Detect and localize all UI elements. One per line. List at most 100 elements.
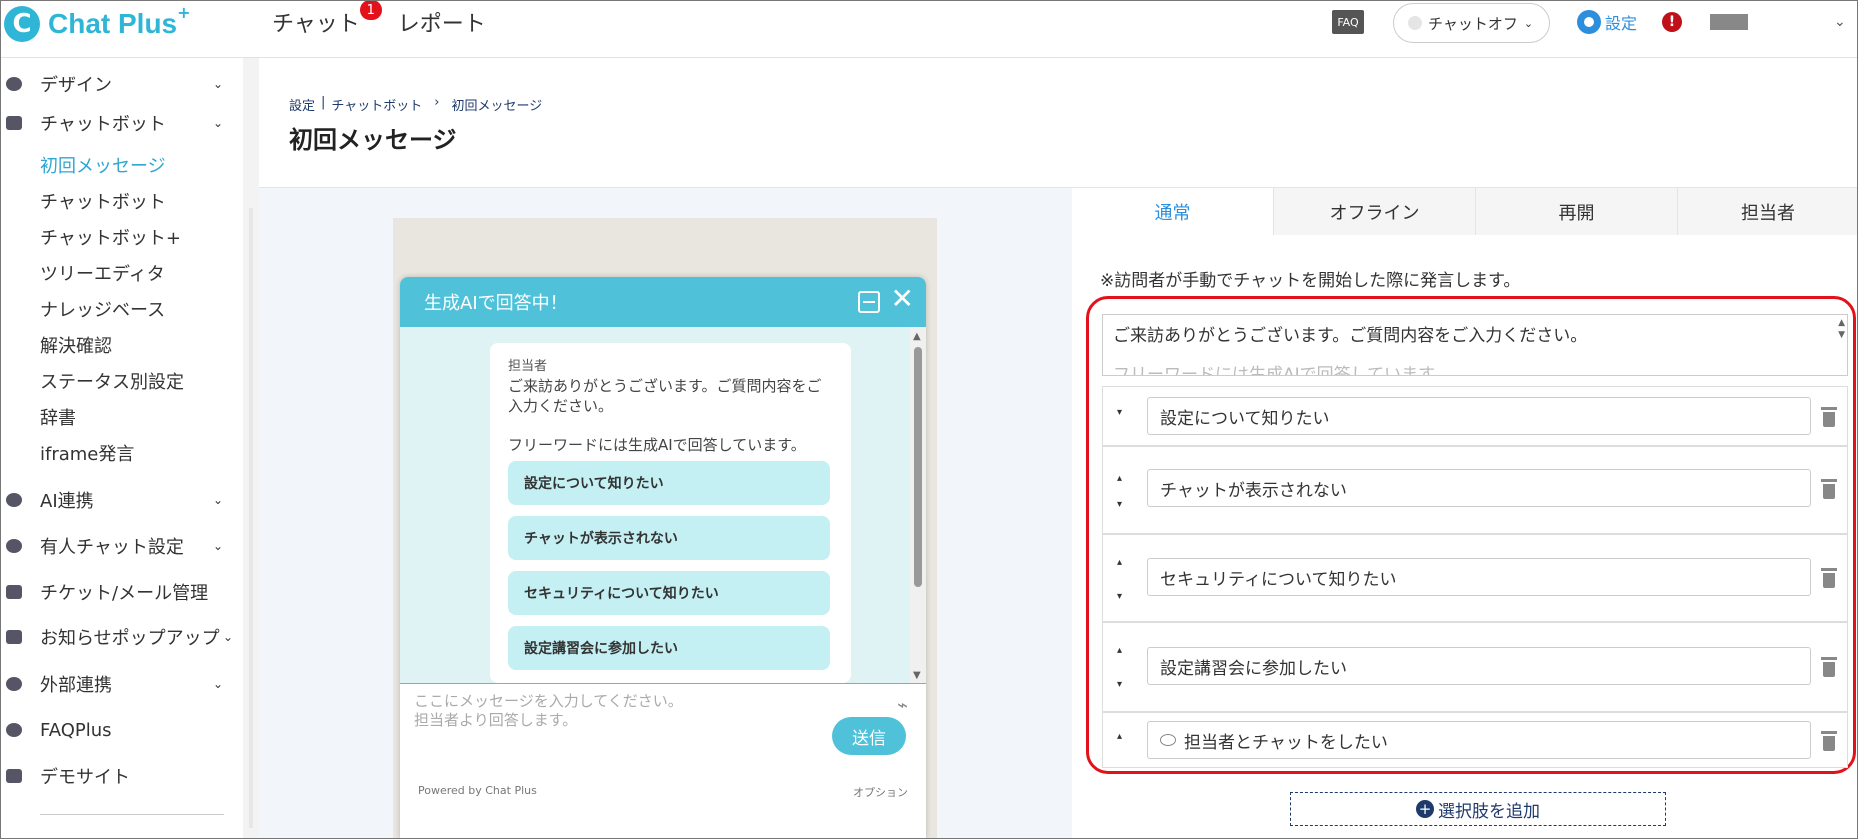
choice-input[interactable]: チャットが表示されない — [1147, 469, 1811, 507]
choice-input[interactable]: 設定について知りたい — [1147, 397, 1811, 435]
powered-by: Powered by Chat Plus — [418, 784, 537, 797]
chat-count-badge: 1 — [359, 0, 382, 20]
sidebar-subitem-chatbot-plus[interactable]: チャットボット+ — [40, 223, 181, 251]
sidebar-item-ai[interactable]: AI連携 ⌄ — [0, 482, 243, 518]
sidebar-subitem-iframe[interactable]: iframe発言 — [40, 439, 134, 467]
gear-icon — [1577, 10, 1601, 34]
widget-choice-button[interactable]: 設定講習会に参加したい — [508, 626, 830, 670]
move-down-icon[interactable]: ▾ — [1117, 591, 1127, 602]
trash-icon[interactable] — [1821, 657, 1837, 677]
sidebar-divider — [40, 814, 224, 815]
trash-icon[interactable] — [1821, 479, 1837, 499]
move-up-icon[interactable]: ▴ — [1117, 557, 1127, 568]
widget-scrollbar[interactable]: ▲ ▼ — [910, 327, 926, 683]
move-up-icon[interactable]: ▴ — [1117, 731, 1127, 742]
choice-row: ▴ 担当者とチャットをしたい — [1102, 712, 1848, 768]
scroll-up-icon[interactable]: ▲ — [913, 331, 921, 342]
sidebar-subitem-tree-editor[interactable]: ツリーエディタ — [40, 259, 165, 287]
sidebar-item-chatbot[interactable]: チャットボット ⌄ — [0, 105, 243, 141]
choice-row: ▴ ▾ セキュリティについて知りたい — [1102, 534, 1848, 622]
sidebar-subitem-chatbot[interactable]: チャットボット — [40, 187, 166, 215]
paperclip-icon[interactable]: ⌁ — [897, 695, 908, 716]
sidebar-subitem-first-message[interactable]: 初回メッセージ — [40, 151, 166, 179]
sidebar-item-label: 外部連携 — [40, 675, 112, 696]
sidebar-item-design[interactable]: デザイン ⌄ — [0, 66, 243, 102]
sidebar-subitem-knowledge-base[interactable]: ナレッジベース — [40, 295, 165, 323]
faq-icon[interactable]: FAQ — [1332, 10, 1364, 34]
sidebar-subitem-dictionary[interactable]: 辞書 — [40, 403, 76, 431]
sidebar-item-external[interactable]: 外部連携 ⌄ — [0, 666, 243, 702]
choice-input[interactable]: セキュリティについて知りたい — [1147, 558, 1811, 596]
tab-operator[interactable]: 担当者 — [1678, 188, 1858, 235]
widget-choice-button[interactable]: 設定について知りたい — [508, 461, 830, 505]
breadcrumb-current: 初回メッセージ — [451, 99, 543, 114]
sidebar-item-ticket[interactable]: チケット/メール管理 — [0, 574, 243, 610]
option-link[interactable]: オプション — [853, 784, 908, 800]
widget-scroll-thumb[interactable] — [914, 347, 922, 587]
bulb-icon — [6, 493, 22, 507]
chat-plus-logo-icon: C — [4, 6, 40, 42]
send-button[interactable]: 送信 — [832, 717, 906, 755]
choice-row: ▴ ▾ チャットが表示されない — [1102, 446, 1848, 534]
alert-icon[interactable]: ! — [1662, 12, 1682, 32]
scroll-down-icon[interactable]: ▼ — [913, 670, 921, 681]
message-sender: 担当者 — [508, 359, 548, 374]
choice-input[interactable]: 設定講習会に参加したい — [1147, 647, 1811, 685]
chevron-down-icon: ⌄ — [1523, 16, 1534, 30]
first-message-textarea[interactable]: ご来訪ありがとうございます。ご質問内容をご入力ください。 フリーワードには生成A… — [1102, 314, 1848, 376]
sidebar-scrollbar[interactable] — [243, 58, 259, 839]
sidebar-subitem-resolution[interactable]: 解決確認 — [40, 331, 112, 359]
chevron-down-icon: ⌄ — [212, 539, 223, 553]
tab-offline[interactable]: オフライン — [1274, 188, 1476, 235]
move-down-icon[interactable]: ▾ — [1117, 679, 1127, 690]
choice-input-operator[interactable]: 担当者とチャットをしたい — [1147, 721, 1811, 759]
add-choice-button[interactable]: + 選択肢を追加 — [1290, 792, 1666, 826]
sidebar-item-popup[interactable]: お知らせポップアップ ⌄ — [0, 619, 243, 655]
trash-icon[interactable] — [1821, 407, 1837, 427]
widget-choice-button[interactable]: チャットが表示されない — [508, 516, 830, 560]
widget-title: 生成AIで回答中！ — [424, 293, 568, 314]
monitor-icon — [6, 769, 22, 783]
user-avatar[interactable] — [1710, 14, 1748, 30]
textarea-scroll-arrows-icon[interactable]: ▲ ▼ — [1838, 317, 1845, 341]
sidebar-item-label: AI連携 — [40, 491, 94, 512]
chat-status-label: チャットオフ — [1428, 14, 1518, 33]
sidebar-item-demo[interactable]: デモサイト — [0, 758, 243, 794]
minimize-icon[interactable] — [858, 291, 880, 313]
user-menu-chevron-icon[interactable]: ⌄ — [1834, 14, 1846, 30]
sidebar-item-label: 有人チャット設定 — [40, 537, 184, 558]
shield-icon — [6, 723, 22, 737]
nav-report[interactable]: レポート — [398, 6, 486, 38]
tab-description: ※訪問者が手動でチャットを開始した際に発言します。 — [1100, 271, 1521, 291]
move-up-icon[interactable]: ▴ — [1117, 473, 1127, 484]
nav-chat-label: チャット — [272, 12, 360, 37]
trash-icon[interactable] — [1821, 568, 1837, 588]
sidebar-scroll-thumb[interactable] — [249, 208, 253, 828]
move-down-icon[interactable]: ▾ — [1117, 407, 1127, 418]
main-header: 設定 | チャットボット › 初回メッセージ 初回メッセージ — [259, 58, 1858, 188]
tab-normal[interactable]: 通常 — [1072, 188, 1274, 235]
widget-choice-button[interactable]: セキュリティについて知りたい — [508, 571, 830, 615]
move-down-icon[interactable]: ▾ — [1117, 499, 1127, 510]
trash-icon[interactable] — [1821, 731, 1837, 751]
chevron-down-icon: ⌄ — [222, 630, 233, 644]
chevron-down-icon: ⌄ — [212, 677, 223, 691]
breadcrumb-settings[interactable]: 設定 — [289, 95, 315, 114]
sidebar-item-human-chat[interactable]: 有人チャット設定 ⌄ — [0, 528, 243, 564]
window-icon — [6, 630, 22, 644]
nav-chat[interactable]: チャット 1 — [272, 0, 382, 38]
plus-icon: + — [1416, 800, 1434, 818]
move-up-icon[interactable]: ▴ — [1117, 645, 1127, 656]
sidebar-subitem-status-settings[interactable]: ステータス別設定 — [40, 367, 184, 395]
logo[interactable]: C Chat Plus + — [4, 3, 191, 44]
sidebar-item-faqplus[interactable]: FAQPlus — [0, 712, 243, 748]
chat-bubble-icon — [6, 116, 22, 130]
settings-link[interactable]: 設定 — [1577, 10, 1637, 34]
chat-status-select[interactable]: チャットオフ ⌄ — [1393, 3, 1550, 43]
textarea-line-1: ご来訪ありがとうございます。ご質問内容をご入力ください。 — [1113, 326, 1588, 346]
chat-widget-preview: 生成AIで回答中！ ✕ 担当者 ご来訪ありがとうございます。ご質問内容をご入力く… — [400, 277, 926, 839]
tab-resume[interactable]: 再開 — [1476, 188, 1678, 235]
sidebar-item-label: FAQPlus — [40, 719, 112, 741]
close-icon[interactable]: ✕ — [891, 285, 914, 313]
breadcrumb-chatbot[interactable]: チャットボット — [331, 95, 422, 114]
